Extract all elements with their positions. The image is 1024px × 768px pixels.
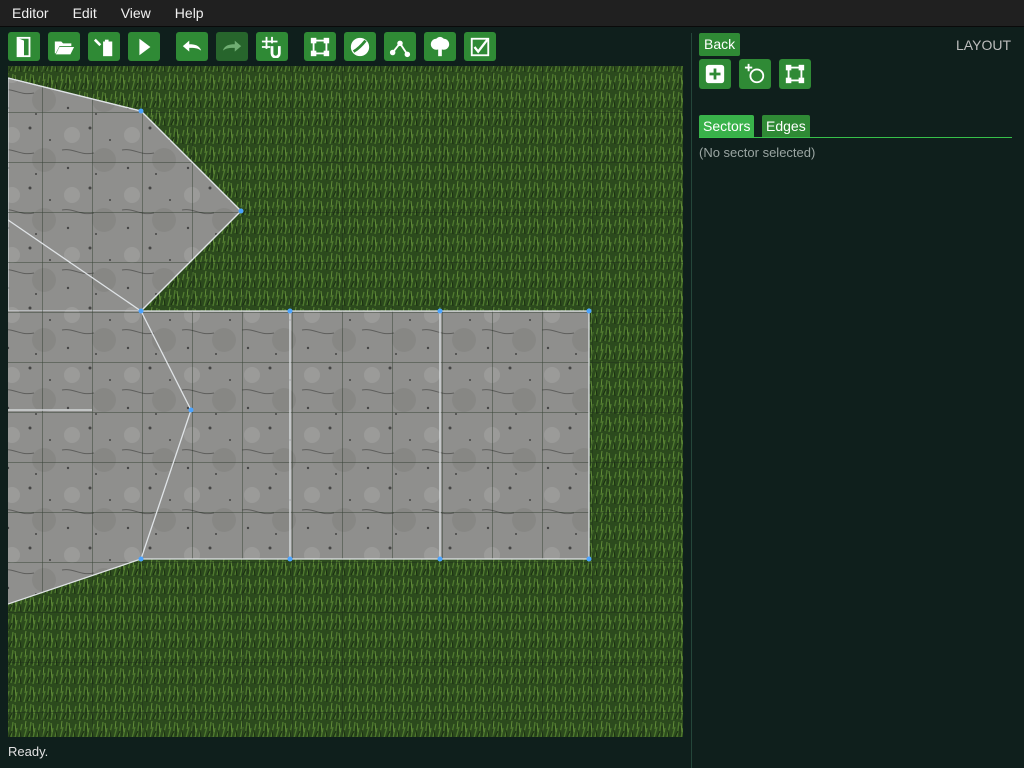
- review-button[interactable]: [464, 32, 496, 61]
- layout-panel: Back LAYOUT Sectors Edges (No sector sel…: [692, 26, 1024, 768]
- panel-tabs: Sectors Edges: [699, 115, 1012, 138]
- menu-help[interactable]: Help: [163, 5, 216, 21]
- texture-ball-icon: [350, 37, 370, 56]
- grid-overlay: [8, 66, 683, 737]
- menu-editor[interactable]: Editor: [0, 5, 61, 21]
- layout-square-icon: [310, 37, 330, 56]
- map-view[interactable]: [8, 66, 683, 737]
- play-icon: [139, 38, 151, 55]
- layout-mode-button[interactable]: [304, 32, 336, 61]
- no-selection-text: (No sector selected): [699, 145, 816, 160]
- add-circle-sector-icon: [744, 63, 765, 84]
- vertex[interactable]: [437, 308, 443, 314]
- square-sector-icon: [785, 64, 805, 84]
- door-exit-icon: [16, 36, 31, 57]
- undo-icon: [182, 40, 202, 52]
- redo-icon: [222, 40, 242, 52]
- status-text: Ready.: [8, 744, 49, 759]
- tab-sectors[interactable]: Sectors: [699, 115, 755, 137]
- vertex[interactable]: [287, 556, 293, 562]
- back-button[interactable]: Back: [699, 33, 741, 56]
- menu-view[interactable]: View: [109, 5, 163, 21]
- panel-title: LAYOUT: [956, 37, 1011, 53]
- toolbar: [0, 26, 690, 66]
- vertex[interactable]: [287, 308, 293, 314]
- vertex[interactable]: [138, 308, 144, 314]
- vertex[interactable]: [238, 208, 244, 214]
- paths-mode-button[interactable]: [384, 32, 416, 61]
- vertex[interactable]: [188, 407, 194, 413]
- vertex[interactable]: [586, 308, 592, 314]
- checkbox-icon: [470, 37, 490, 56]
- load-button[interactable]: [48, 32, 80, 61]
- grid-snap-button[interactable]: [256, 32, 288, 61]
- redo-button[interactable]: [216, 32, 248, 61]
- save-file-icon: [93, 38, 113, 56]
- grid-magnet-icon: [261, 36, 281, 58]
- trees-mode-button[interactable]: [424, 32, 456, 61]
- vertex[interactable]: [138, 108, 144, 114]
- tree-icon: [430, 36, 450, 56]
- paths-icon: [389, 40, 411, 57]
- vertex[interactable]: [138, 556, 144, 562]
- texture-mode-button[interactable]: [344, 32, 376, 61]
- play-button[interactable]: [128, 32, 160, 61]
- add-sector-icon: [705, 64, 725, 84]
- new-circle-sector-button[interactable]: [739, 59, 771, 89]
- editor-canvas[interactable]: [8, 66, 683, 737]
- vertex[interactable]: [437, 556, 443, 562]
- menu-edit[interactable]: Edit: [61, 5, 109, 21]
- save-button[interactable]: [88, 32, 120, 61]
- menu-bar: Editor Edit View Help: [0, 0, 1024, 27]
- quit-button[interactable]: [8, 32, 40, 61]
- select-sector-button[interactable]: [779, 59, 811, 89]
- new-sector-button[interactable]: [699, 59, 731, 89]
- vertex[interactable]: [586, 556, 592, 562]
- folder-open-icon: [54, 41, 75, 54]
- undo-button[interactable]: [176, 32, 208, 61]
- tab-edges[interactable]: Edges: [762, 115, 810, 137]
